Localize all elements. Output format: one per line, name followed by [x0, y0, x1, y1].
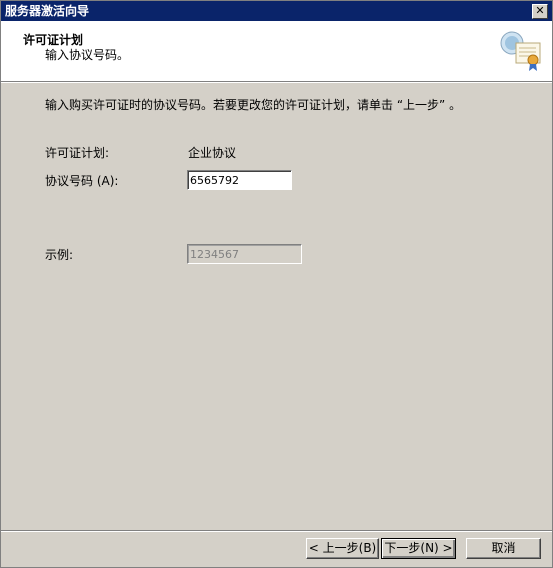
close-button[interactable]: ✕ [532, 4, 548, 19]
next-button[interactable]: 下一步(N) > [381, 538, 456, 559]
agreement-number-input[interactable] [187, 170, 292, 190]
agreement-label: 协议号码 (A): [45, 174, 119, 188]
wizard-header: 许可证计划 输入协议号码。 [1, 21, 552, 82]
plan-value: 企业协议 [188, 146, 237, 160]
instruction-text: 输入购买许可证时的协议号码。若要更改您的许可证计划，请单击 “上一步” 。 [45, 98, 462, 112]
page-subtitle: 输入协议号码。 [45, 48, 130, 62]
certificate-computer-icon [500, 31, 541, 71]
example-label: 示例: [45, 248, 74, 262]
plan-label: 许可证计划: [45, 146, 110, 160]
header-separator [1, 82, 552, 83]
window-title: 服务器激活向导 [5, 4, 90, 18]
close-icon: ✕ [535, 4, 545, 17]
wizard-window: 服务器激活向导 ✕ 许可证计划 输入协议号码。 输入购买许可证时的协议号码。若要… [0, 0, 553, 568]
example-field [187, 244, 302, 264]
title-bar[interactable]: 服务器激活向导 ✕ [1, 1, 552, 21]
back-button[interactable]: < 上一步(B) [306, 538, 379, 559]
cancel-button[interactable]: 取消 [466, 538, 541, 559]
